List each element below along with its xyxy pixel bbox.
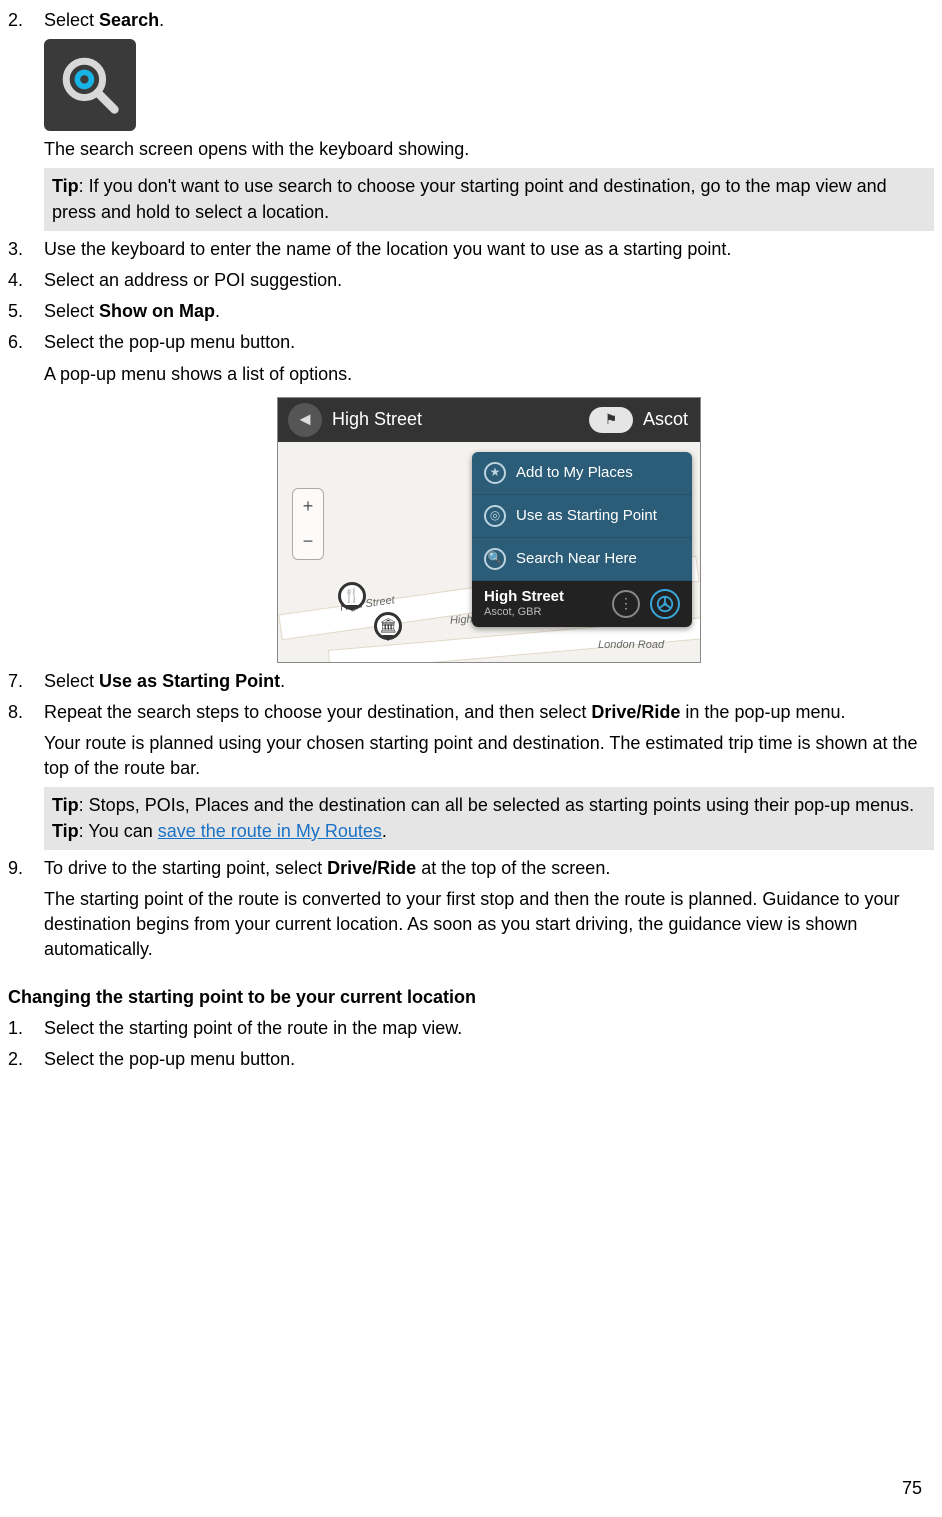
step2-desc: The search screen opens with the keyboar… (44, 137, 934, 162)
step-5: Select Show on Map. (44, 299, 934, 324)
step2-text: Select (44, 10, 99, 30)
zoom-in-icon[interactable]: + (303, 494, 314, 519)
sub-step-2: Select the pop-up menu button. (44, 1047, 934, 1072)
popup-menu: ★ Add to My Places ◎ Use as Starting Poi… (472, 452, 692, 627)
tip-1: Tip: If you don't want to use search to … (44, 168, 934, 230)
header-region: Ascot (643, 407, 688, 432)
step-6: Select the pop-up menu button. A pop-up … (44, 330, 934, 662)
back-icon[interactable]: ◄ (288, 403, 322, 437)
step2-bold: Search (99, 10, 159, 30)
zoom-control[interactable]: + − (292, 488, 324, 560)
page-number: 75 (902, 1476, 922, 1501)
search-icon (44, 39, 136, 131)
step-3: Use the keyboard to enter the name of th… (44, 237, 934, 262)
map-screenshot: ◄ High Street ⚑ Ascot High Street High S… (277, 397, 701, 663)
selected-location: High Street Ascot, GBR ⋮ (472, 581, 692, 627)
menu-starting-point[interactable]: ◎ Use as Starting Point (472, 495, 692, 538)
step-8: Repeat the search steps to choose your d… (44, 700, 934, 850)
sub-heading: Changing the starting point to be your c… (8, 985, 934, 1010)
star-icon: ★ (484, 462, 506, 484)
save-route-link[interactable]: save the route in My Routes (158, 821, 382, 841)
menu-add-places[interactable]: ★ Add to My Places (472, 452, 692, 495)
flag-icon[interactable]: ⚑ (589, 407, 633, 433)
drive-icon[interactable] (650, 589, 680, 619)
more-icon[interactable]: ⋮ (612, 590, 640, 618)
tip-2-3: Tip: Stops, POIs, Places and the destina… (44, 787, 934, 849)
building-poi-icon[interactable]: 🏛 (374, 612, 402, 640)
step-7: Select Use as Starting Point. (44, 669, 934, 694)
menu-search-near[interactable]: 🔍 Search Near Here (472, 538, 692, 581)
target-icon: ◎ (484, 505, 506, 527)
restaurant-poi-icon[interactable]: 🍴 (338, 582, 366, 610)
map-header: ◄ High Street ⚑ Ascot (278, 398, 700, 442)
zoom-out-icon[interactable]: − (303, 529, 314, 554)
sub-step-1: Select the starting point of the route i… (44, 1016, 934, 1041)
step-2: Select Search. The search screen opens w… (44, 8, 934, 231)
step-4: Select an address or POI suggestion. (44, 268, 934, 293)
step-9: To drive to the starting point, select D… (44, 856, 934, 963)
search-small-icon: 🔍 (484, 548, 506, 570)
header-location: High Street (332, 407, 589, 432)
